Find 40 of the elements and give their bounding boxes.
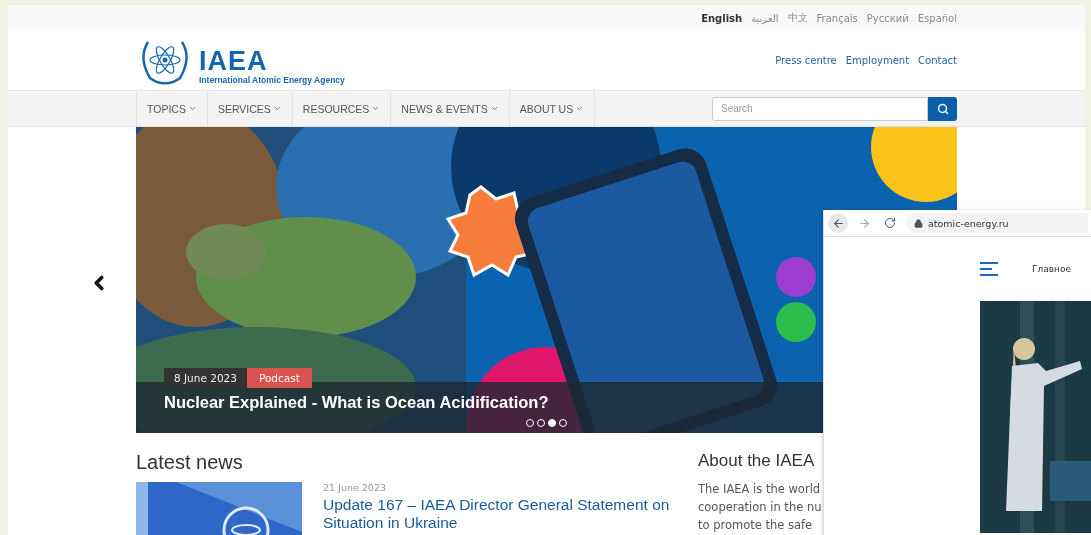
search-icon [936,102,949,115]
about-text: cooperation in the nu [698,499,822,516]
search-field[interactable]: Search [712,96,928,121]
news-title-link[interactable]: Update 167 – IAEA Director General Statement on Situation in Ukraine [323,496,683,532]
logo-wordmark: IAEA [199,47,269,74]
date-badge: 8 June 2023 [164,368,247,388]
carousel-dot[interactable] [548,419,556,427]
category-tag[interactable]: Podcast [246,368,312,388]
menu-icon[interactable] [980,262,998,276]
reload-icon [884,217,896,229]
news-date: 21 June 2023 [323,482,387,493]
about-text: to promote the safe [698,517,814,534]
nav-menu-item[interactable]: SERVICES [206,91,292,126]
header-link[interactable]: Contact [918,55,957,66]
language-link[interactable]: English [701,12,743,24]
search-button[interactable] [928,96,957,121]
nav-menu-item[interactable]: NEWS & EVENTS [390,91,509,126]
nav-menu-item[interactable]: ABOUT US [508,91,596,126]
address-bar[interactable]: atomic-energy.ru [906,213,1088,233]
about-text: The IAEA is the world [698,481,822,498]
chevron-down-icon [575,104,585,113]
back-arrow-icon [831,216,845,230]
url-text: atomic-energy.ru [928,217,1009,229]
nav-menu-item[interactable]: RESOURCES [291,91,391,126]
language-link[interactable]: 中文 [787,11,808,25]
slide-title[interactable]: Nuclear Explained - What is Ocean Acidification? [164,393,549,412]
forward-arrow-icon [857,216,871,230]
nav-link[interactable]: Главное [1032,264,1071,274]
header-link[interactable]: Employment [845,55,910,66]
organization-name: International Atomic Energy Agency [199,73,345,86]
section-heading: About the IAEA [698,451,816,471]
section-heading: Latest news [136,451,244,474]
chevron-down-icon [187,104,197,113]
chevron-down-icon [272,104,282,113]
chevron-down-icon [371,104,381,113]
nav-menu-item[interactable]: TOPICS [136,91,207,126]
header-link[interactable]: Press centre [775,55,837,66]
chevron-down-icon [489,104,499,113]
back-button[interactable] [828,213,848,233]
lock-icon [914,218,923,228]
